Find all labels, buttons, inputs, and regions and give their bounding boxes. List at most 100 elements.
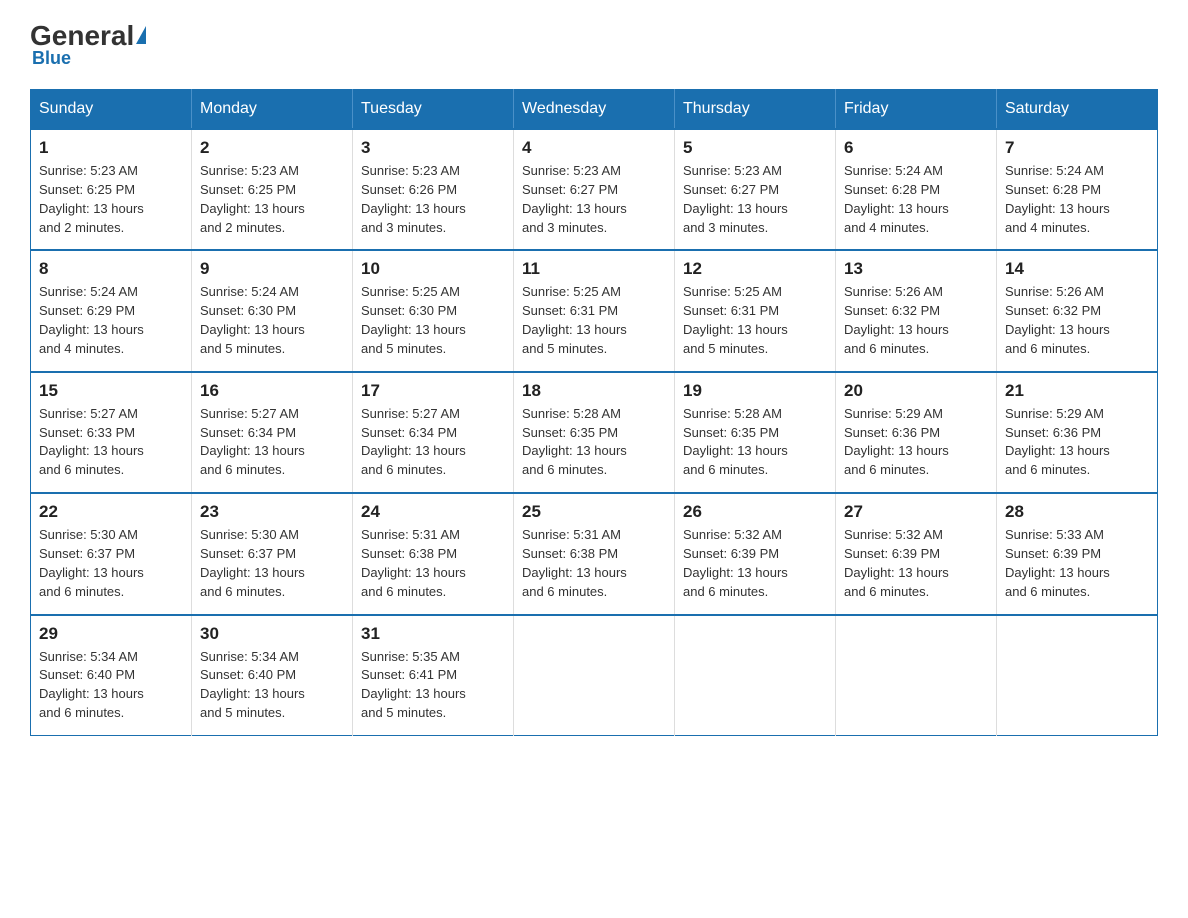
week-row-2: 8 Sunrise: 5:24 AMSunset: 6:29 PMDayligh…	[31, 250, 1158, 371]
calendar-cell: 26 Sunrise: 5:32 AMSunset: 6:39 PMDaylig…	[675, 493, 836, 614]
calendar-cell: 13 Sunrise: 5:26 AMSunset: 6:32 PMDaylig…	[836, 250, 997, 371]
calendar-cell	[514, 615, 675, 736]
day-number: 27	[844, 502, 988, 522]
calendar-table: SundayMondayTuesdayWednesdayThursdayFrid…	[30, 89, 1158, 736]
day-info: Sunrise: 5:24 AMSunset: 6:28 PMDaylight:…	[1005, 163, 1110, 235]
day-info: Sunrise: 5:30 AMSunset: 6:37 PMDaylight:…	[39, 527, 144, 599]
calendar-cell: 19 Sunrise: 5:28 AMSunset: 6:35 PMDaylig…	[675, 372, 836, 493]
day-info: Sunrise: 5:24 AMSunset: 6:29 PMDaylight:…	[39, 284, 144, 356]
day-info: Sunrise: 5:28 AMSunset: 6:35 PMDaylight:…	[522, 406, 627, 478]
calendar-cell: 8 Sunrise: 5:24 AMSunset: 6:29 PMDayligh…	[31, 250, 192, 371]
day-info: Sunrise: 5:26 AMSunset: 6:32 PMDaylight:…	[844, 284, 949, 356]
calendar-cell: 18 Sunrise: 5:28 AMSunset: 6:35 PMDaylig…	[514, 372, 675, 493]
day-info: Sunrise: 5:35 AMSunset: 6:41 PMDaylight:…	[361, 649, 466, 721]
day-number: 8	[39, 259, 183, 279]
day-number: 13	[844, 259, 988, 279]
logo: General Blue	[30, 20, 146, 69]
calendar-cell: 31 Sunrise: 5:35 AMSunset: 6:41 PMDaylig…	[353, 615, 514, 736]
day-number: 22	[39, 502, 183, 522]
day-number: 30	[200, 624, 344, 644]
calendar-cell: 7 Sunrise: 5:24 AMSunset: 6:28 PMDayligh…	[997, 129, 1158, 250]
day-number: 2	[200, 138, 344, 158]
calendar-cell: 29 Sunrise: 5:34 AMSunset: 6:40 PMDaylig…	[31, 615, 192, 736]
day-info: Sunrise: 5:32 AMSunset: 6:39 PMDaylight:…	[683, 527, 788, 599]
day-number: 28	[1005, 502, 1149, 522]
day-number: 10	[361, 259, 505, 279]
day-number: 9	[200, 259, 344, 279]
day-number: 18	[522, 381, 666, 401]
calendar-cell: 17 Sunrise: 5:27 AMSunset: 6:34 PMDaylig…	[353, 372, 514, 493]
day-info: Sunrise: 5:34 AMSunset: 6:40 PMDaylight:…	[200, 649, 305, 721]
day-number: 20	[844, 381, 988, 401]
calendar-cell: 11 Sunrise: 5:25 AMSunset: 6:31 PMDaylig…	[514, 250, 675, 371]
calendar-cell: 2 Sunrise: 5:23 AMSunset: 6:25 PMDayligh…	[192, 129, 353, 250]
day-info: Sunrise: 5:27 AMSunset: 6:33 PMDaylight:…	[39, 406, 144, 478]
calendar-cell: 4 Sunrise: 5:23 AMSunset: 6:27 PMDayligh…	[514, 129, 675, 250]
calendar-cell	[997, 615, 1158, 736]
calendar-cell: 20 Sunrise: 5:29 AMSunset: 6:36 PMDaylig…	[836, 372, 997, 493]
calendar-cell: 25 Sunrise: 5:31 AMSunset: 6:38 PMDaylig…	[514, 493, 675, 614]
day-number: 15	[39, 381, 183, 401]
day-number: 24	[361, 502, 505, 522]
day-number: 11	[522, 259, 666, 279]
calendar-cell: 27 Sunrise: 5:32 AMSunset: 6:39 PMDaylig…	[836, 493, 997, 614]
day-info: Sunrise: 5:31 AMSunset: 6:38 PMDaylight:…	[361, 527, 466, 599]
calendar-cell: 12 Sunrise: 5:25 AMSunset: 6:31 PMDaylig…	[675, 250, 836, 371]
day-info: Sunrise: 5:30 AMSunset: 6:37 PMDaylight:…	[200, 527, 305, 599]
day-number: 23	[200, 502, 344, 522]
day-number: 12	[683, 259, 827, 279]
week-row-1: 1 Sunrise: 5:23 AMSunset: 6:25 PMDayligh…	[31, 129, 1158, 250]
day-info: Sunrise: 5:23 AMSunset: 6:26 PMDaylight:…	[361, 163, 466, 235]
week-row-4: 22 Sunrise: 5:30 AMSunset: 6:37 PMDaylig…	[31, 493, 1158, 614]
day-info: Sunrise: 5:28 AMSunset: 6:35 PMDaylight:…	[683, 406, 788, 478]
calendar-header-row: SundayMondayTuesdayWednesdayThursdayFrid…	[31, 90, 1158, 130]
day-info: Sunrise: 5:32 AMSunset: 6:39 PMDaylight:…	[844, 527, 949, 599]
calendar-cell: 15 Sunrise: 5:27 AMSunset: 6:33 PMDaylig…	[31, 372, 192, 493]
header-saturday: Saturday	[997, 90, 1158, 130]
header-monday: Monday	[192, 90, 353, 130]
day-info: Sunrise: 5:29 AMSunset: 6:36 PMDaylight:…	[1005, 406, 1110, 478]
header-sunday: Sunday	[31, 90, 192, 130]
day-info: Sunrise: 5:29 AMSunset: 6:36 PMDaylight:…	[844, 406, 949, 478]
day-number: 14	[1005, 259, 1149, 279]
calendar-cell: 9 Sunrise: 5:24 AMSunset: 6:30 PMDayligh…	[192, 250, 353, 371]
day-number: 31	[361, 624, 505, 644]
calendar-cell: 6 Sunrise: 5:24 AMSunset: 6:28 PMDayligh…	[836, 129, 997, 250]
calendar-cell: 21 Sunrise: 5:29 AMSunset: 6:36 PMDaylig…	[997, 372, 1158, 493]
day-number: 21	[1005, 381, 1149, 401]
calendar-cell	[836, 615, 997, 736]
day-number: 4	[522, 138, 666, 158]
calendar-cell: 3 Sunrise: 5:23 AMSunset: 6:26 PMDayligh…	[353, 129, 514, 250]
day-info: Sunrise: 5:25 AMSunset: 6:31 PMDaylight:…	[522, 284, 627, 356]
day-info: Sunrise: 5:25 AMSunset: 6:31 PMDaylight:…	[683, 284, 788, 356]
logo-triangle-icon	[136, 26, 146, 44]
header-friday: Friday	[836, 90, 997, 130]
calendar-cell: 24 Sunrise: 5:31 AMSunset: 6:38 PMDaylig…	[353, 493, 514, 614]
day-number: 1	[39, 138, 183, 158]
header-thursday: Thursday	[675, 90, 836, 130]
day-info: Sunrise: 5:24 AMSunset: 6:28 PMDaylight:…	[844, 163, 949, 235]
day-info: Sunrise: 5:26 AMSunset: 6:32 PMDaylight:…	[1005, 284, 1110, 356]
calendar-cell: 16 Sunrise: 5:27 AMSunset: 6:34 PMDaylig…	[192, 372, 353, 493]
calendar-cell	[675, 615, 836, 736]
calendar-cell: 30 Sunrise: 5:34 AMSunset: 6:40 PMDaylig…	[192, 615, 353, 736]
header-wednesday: Wednesday	[514, 90, 675, 130]
calendar-cell: 23 Sunrise: 5:30 AMSunset: 6:37 PMDaylig…	[192, 493, 353, 614]
day-number: 7	[1005, 138, 1149, 158]
day-info: Sunrise: 5:24 AMSunset: 6:30 PMDaylight:…	[200, 284, 305, 356]
day-info: Sunrise: 5:27 AMSunset: 6:34 PMDaylight:…	[200, 406, 305, 478]
page-header: General Blue	[30, 20, 1158, 69]
day-number: 26	[683, 502, 827, 522]
day-info: Sunrise: 5:23 AMSunset: 6:27 PMDaylight:…	[522, 163, 627, 235]
calendar-cell: 28 Sunrise: 5:33 AMSunset: 6:39 PMDaylig…	[997, 493, 1158, 614]
day-number: 6	[844, 138, 988, 158]
calendar-cell: 1 Sunrise: 5:23 AMSunset: 6:25 PMDayligh…	[31, 129, 192, 250]
day-info: Sunrise: 5:31 AMSunset: 6:38 PMDaylight:…	[522, 527, 627, 599]
calendar-cell: 10 Sunrise: 5:25 AMSunset: 6:30 PMDaylig…	[353, 250, 514, 371]
day-number: 25	[522, 502, 666, 522]
day-number: 3	[361, 138, 505, 158]
day-number: 19	[683, 381, 827, 401]
day-info: Sunrise: 5:34 AMSunset: 6:40 PMDaylight:…	[39, 649, 144, 721]
day-info: Sunrise: 5:33 AMSunset: 6:39 PMDaylight:…	[1005, 527, 1110, 599]
calendar-cell: 5 Sunrise: 5:23 AMSunset: 6:27 PMDayligh…	[675, 129, 836, 250]
